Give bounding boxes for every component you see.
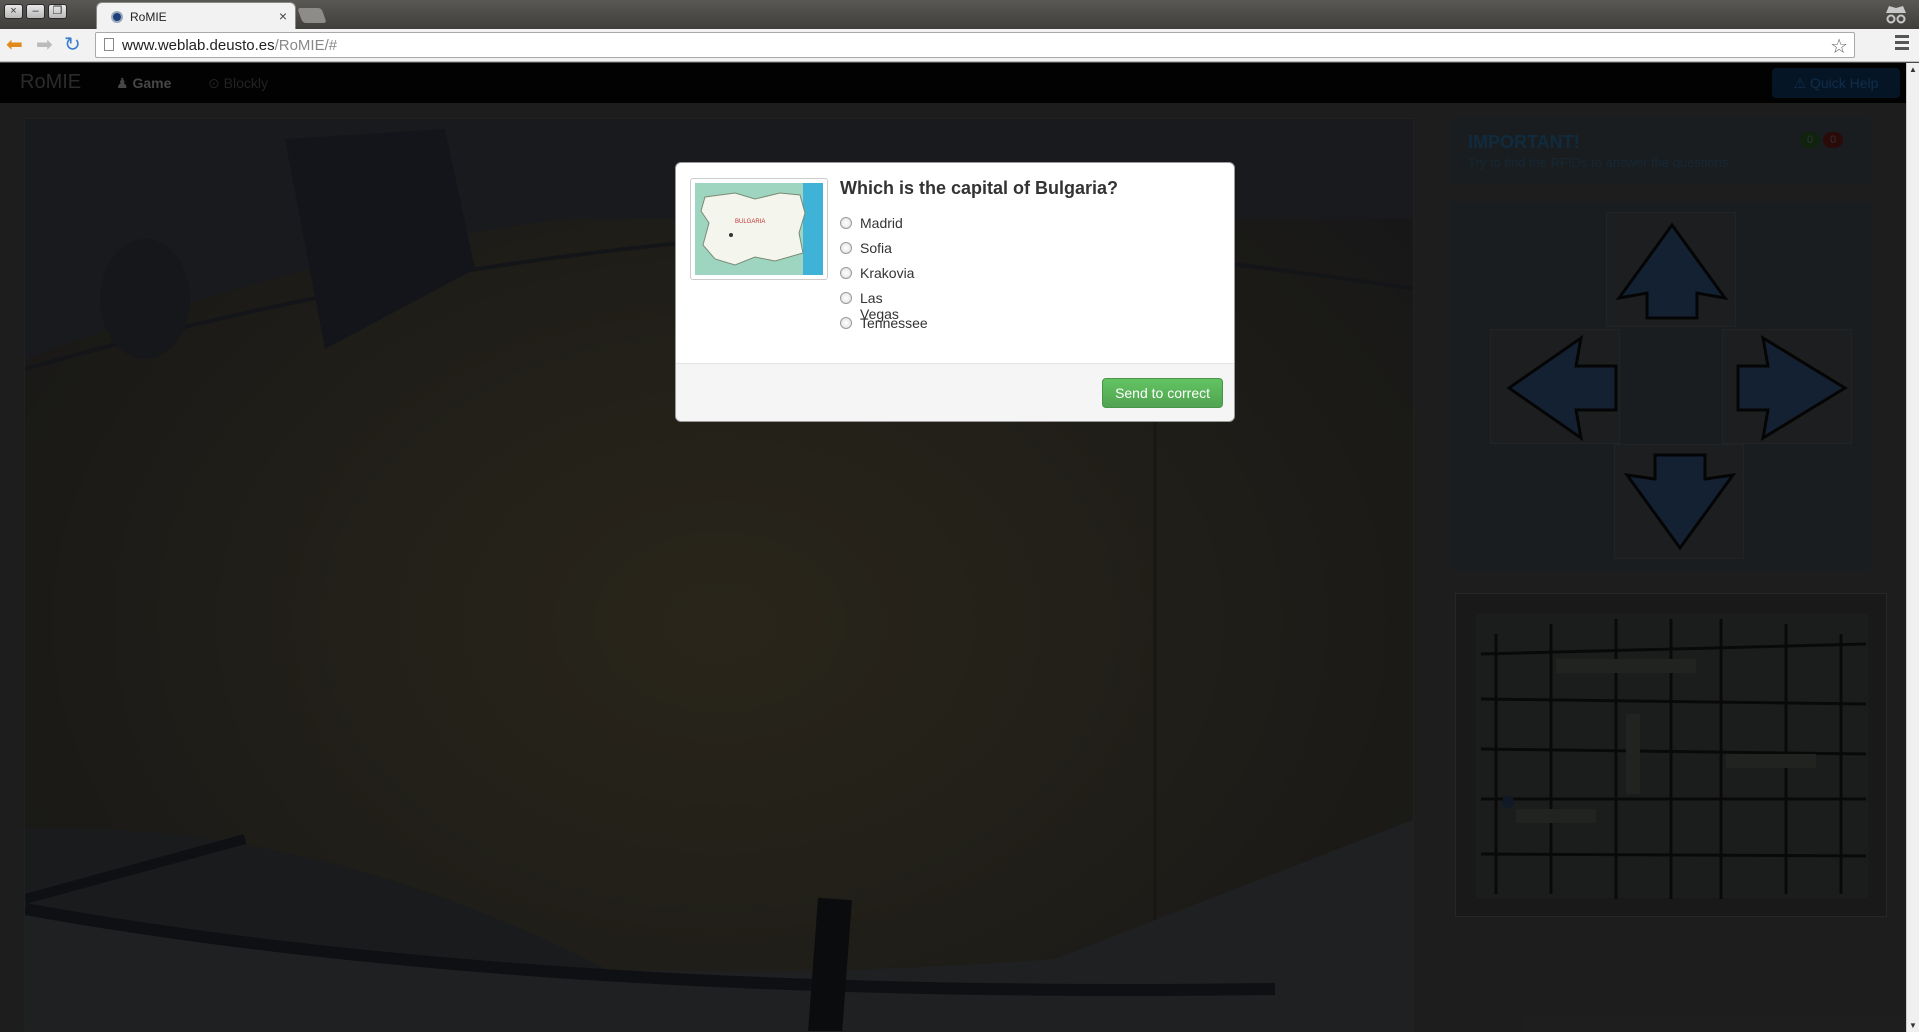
radio-button[interactable] [840, 292, 852, 304]
incognito-icon [1886, 6, 1906, 24]
browser-toolbar: ⬅ ➡ ↻ www.weblab.deusto.es/RoMIE/# ☆ [0, 29, 1919, 62]
page-content: RoMIE ♟ Game ⊙ Blockly ⚠ Quick Help IMPO… [0, 63, 1906, 1032]
question-text: Which is the capital of Bulgaria? [840, 178, 1119, 198]
window-titlebar: × – ❐ RoMIE × [0, 0, 1919, 29]
address-bar[interactable]: www.weblab.deusto.es/RoMIE/# ☆ [95, 32, 1855, 58]
scroll-up-icon[interactable]: ▲ [1909, 65, 1917, 74]
scroll-down-icon[interactable]: ▼ [1909, 1021, 1917, 1030]
map-label: BULGARIA [735, 219, 765, 225]
forward-icon[interactable]: ➡ [36, 33, 53, 57]
browser-tab[interactable]: RoMIE × [96, 2, 296, 29]
restore-window-button[interactable]: ❐ [48, 4, 67, 19]
close-window-button[interactable]: × [4, 4, 23, 19]
minimize-window-button[interactable]: – [26, 4, 45, 19]
radio-button[interactable] [840, 267, 852, 279]
map-icon: BULGARIA [695, 183, 823, 275]
modal-footer: Send to correct [676, 363, 1234, 421]
tab-close-button[interactable]: × [279, 8, 287, 24]
radio-button[interactable] [840, 217, 852, 229]
radio-button[interactable] [840, 242, 852, 254]
tab-title: RoMIE [130, 10, 167, 24]
send-to-correct-button[interactable]: Send to correct [1102, 378, 1223, 408]
page-scrollbar[interactable]: ▲ ▼ [1906, 63, 1919, 1032]
bookmark-star-icon[interactable]: ☆ [1830, 34, 1848, 59]
browser-menu-icon[interactable] [1895, 35, 1909, 53]
question-modal: BULGARIA Which is the capital of Bulgari… [675, 162, 1235, 422]
new-tab-button[interactable] [297, 8, 327, 23]
url-text: www.weblab.deusto.es/RoMIE/# [122, 37, 338, 54]
modal-body: BULGARIA Which is the capital of Bulgari… [676, 163, 1234, 363]
radio-button[interactable] [840, 317, 852, 329]
favicon-icon [111, 11, 123, 23]
bulgaria-map-image: BULGARIA [690, 178, 828, 280]
reload-icon[interactable]: ↻ [64, 33, 81, 57]
page-icon [104, 38, 114, 51]
back-icon[interactable]: ⬅ [6, 33, 23, 57]
